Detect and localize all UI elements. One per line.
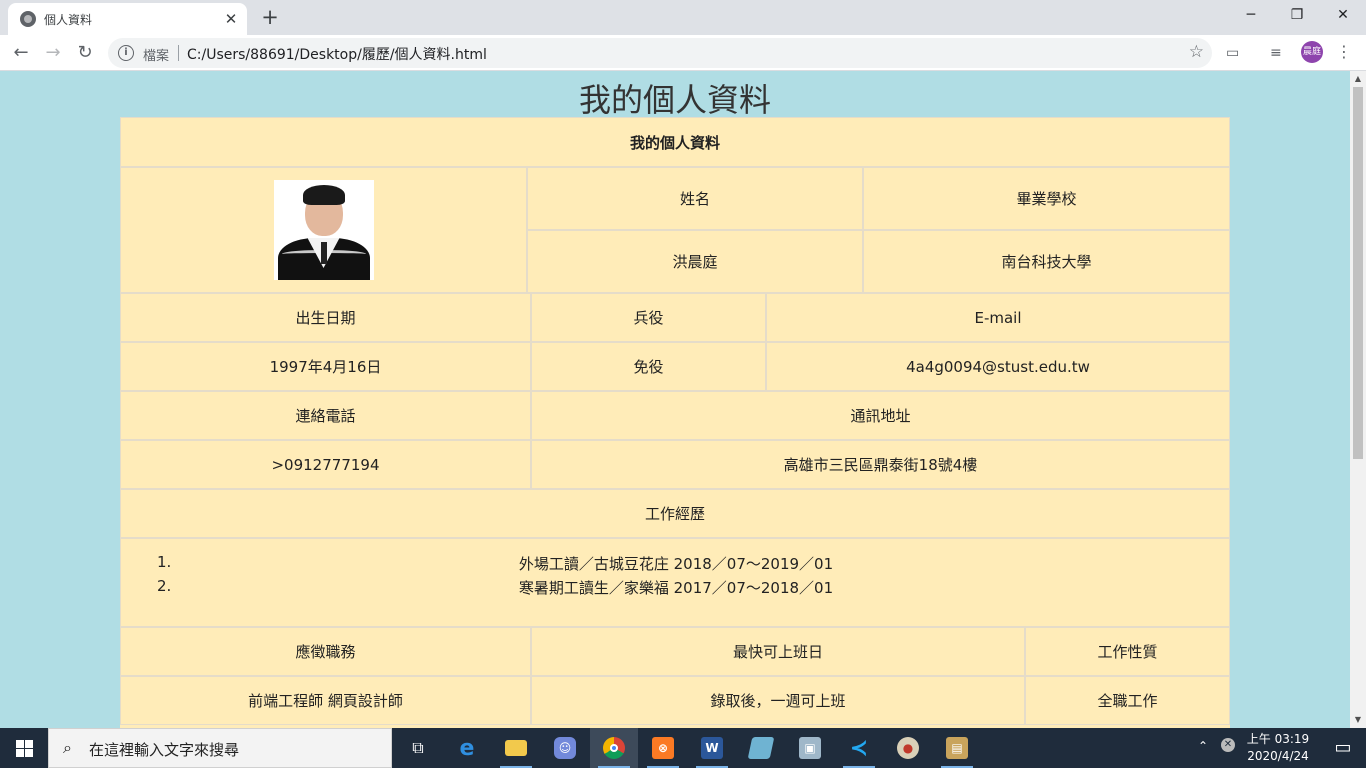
browser-toolbar: ← → ↻ i 檔案 C:/Users/88691/Desktop/履歷/個人資… [0, 35, 1366, 71]
taskbar-search-input[interactable]: ⌕ 在這裡輸入文字來搜尋 [48, 728, 392, 768]
taskbar: ⌕ 在這裡輸入文字來搜尋 ⧉ e ☺ ⊗ W ▣ ≺ ● ▤ ⌃ ✕ 上午 03… [0, 728, 1366, 768]
profile-photo [273, 180, 374, 280]
position-label: 應徵職務 [120, 627, 531, 676]
vertical-scrollbar[interactable]: ▲ ▼ [1350, 71, 1366, 728]
video-editor-icon[interactable]: ▤ [933, 728, 981, 768]
page-viewport: 我的個人資料 我的個人資料 姓名 畢業學校 洪晨庭 南台科技大學 出生日期 兵役… [0, 71, 1350, 728]
vscode-icon[interactable]: ≺ [835, 728, 883, 768]
phone-value: >0912777194 [120, 440, 531, 489]
start-date-label: 最快可上班日 [531, 627, 1025, 676]
show-hidden-icons-icon[interactable]: ⌃ [1198, 739, 1208, 768]
name-value: 洪晨庭 [527, 230, 863, 293]
url-text[interactable]: C:/Users/88691/Desktop/履歷/個人資料.html [187, 44, 487, 64]
address-label: 通訊地址 [531, 391, 1230, 440]
military-label: 兵役 [531, 293, 766, 342]
reload-icon[interactable]: ↻ [70, 38, 100, 68]
info-icon[interactable]: i [118, 45, 134, 61]
task-view-icon[interactable]: ⧉ [394, 728, 442, 768]
search-placeholder: 在這裡輸入文字來搜尋 [89, 741, 240, 759]
word-icon[interactable]: W [688, 728, 736, 768]
maximize-button[interactable]: ❐ [1274, 0, 1320, 30]
discord-icon[interactable]: ☺ [541, 728, 589, 768]
list-item: 1. 外場工讀／古城豆花庄 2018／07～2019／01 [121, 553, 1231, 575]
windows-start-icon[interactable] [0, 728, 48, 768]
school-label: 畢業學校 [863, 167, 1230, 230]
address-bar[interactable]: i 檔案 C:/Users/88691/Desktop/履歷/個人資料.html… [108, 38, 1212, 68]
media-queue-icon[interactable]: ≡ [1270, 45, 1282, 61]
xampp-icon[interactable]: ⊗ [639, 728, 687, 768]
close-tab-icon[interactable]: ✕ [221, 9, 241, 29]
email-label: E-mail [766, 293, 1230, 342]
minimize-button[interactable]: ─ [1228, 0, 1274, 30]
paint-icon[interactable]: ● [884, 728, 932, 768]
experience-list: 1. 外場工讀／古城豆花庄 2018／07～2019／01 2. 寒暑期工讀生／… [120, 538, 1230, 627]
address-scheme-label: 檔案 [143, 49, 170, 64]
list-item: 2. 寒暑期工讀生／家樂福 2017／07～2018／01 [121, 577, 1231, 599]
address-value: 高雄市三民區鼎泰街18號4樓 [531, 440, 1230, 489]
birth-value: 1997年4月16日 [120, 342, 531, 391]
profile-table: 我的個人資料 姓名 畢業學校 洪晨庭 南台科技大學 出生日期 兵役 E-mail… [120, 117, 1230, 728]
page-title: 我的個人資料 [578, 81, 771, 119]
table-caption: 我的個人資料 [120, 117, 1230, 167]
experience-label: 工作經歷 [120, 489, 1230, 538]
globe-icon [20, 11, 36, 27]
forward-arrow-icon[interactable]: → [38, 38, 68, 68]
scroll-up-icon[interactable]: ▲ [1350, 71, 1366, 87]
start-date-value: 錄取後，一週可上班 [531, 676, 1025, 725]
name-label: 姓名 [527, 167, 863, 230]
phone-label: 連絡電話 [120, 391, 531, 440]
email-value: 4a4g0094@stust.edu.tw [766, 342, 1230, 391]
position-value: 前端工程師 網頁設計師 [120, 676, 531, 725]
menu-kebab-icon[interactable]: ⋮ [1336, 40, 1352, 64]
school-value: 南台科技大學 [863, 230, 1230, 293]
photo-cell [120, 167, 527, 293]
edge-icon[interactable]: e [443, 728, 491, 768]
browser-tab[interactable]: 個人資料 ✕ [8, 3, 247, 35]
network-disconnected-icon[interactable]: ✕ [1221, 738, 1235, 752]
scrollbar-thumb[interactable] [1353, 87, 1363, 459]
photos-icon[interactable]: ▣ [786, 728, 834, 768]
address-separator [178, 45, 179, 61]
job-type-label: 工作性質 [1025, 627, 1230, 676]
file-explorer-icon[interactable] [492, 728, 540, 768]
bookmark-star-icon[interactable]: ☆ [1189, 42, 1204, 62]
chrome-icon[interactable] [590, 728, 638, 768]
job-type-value: 全職工作 [1025, 676, 1230, 725]
new-tab-button[interactable]: + [258, 4, 282, 30]
notification-icon[interactable]: ▭ [1320, 728, 1366, 768]
search-icon: ⌕ [63, 738, 72, 757]
extension-icon[interactable]: ▭ [1226, 45, 1239, 61]
back-arrow-icon[interactable]: ← [6, 38, 36, 68]
military-value: 免役 [531, 342, 766, 391]
list-item-text: 寒暑期工讀生／家樂福 2017／07～2018／01 [518, 579, 834, 597]
clock-date: 2020/4/24 [1247, 749, 1309, 763]
taskbar-clock[interactable]: 上午 03:19 2020/4/24 [1240, 731, 1316, 765]
tab-strip: 個人資料 ✕ + ─ ❐ ✕ [0, 0, 1366, 35]
close-window-button[interactable]: ✕ [1320, 0, 1366, 30]
scroll-down-icon[interactable]: ▼ [1350, 712, 1366, 728]
birth-label: 出生日期 [120, 293, 531, 342]
notepad-icon[interactable] [737, 728, 785, 768]
list-item-text: 外場工讀／古城豆花庄 2018／07～2019／01 [518, 555, 834, 573]
clock-time: 上午 03:19 [1246, 732, 1310, 746]
profile-avatar[interactable]: 晨庭 [1301, 41, 1323, 63]
tab-title: 個人資料 [44, 13, 93, 27]
